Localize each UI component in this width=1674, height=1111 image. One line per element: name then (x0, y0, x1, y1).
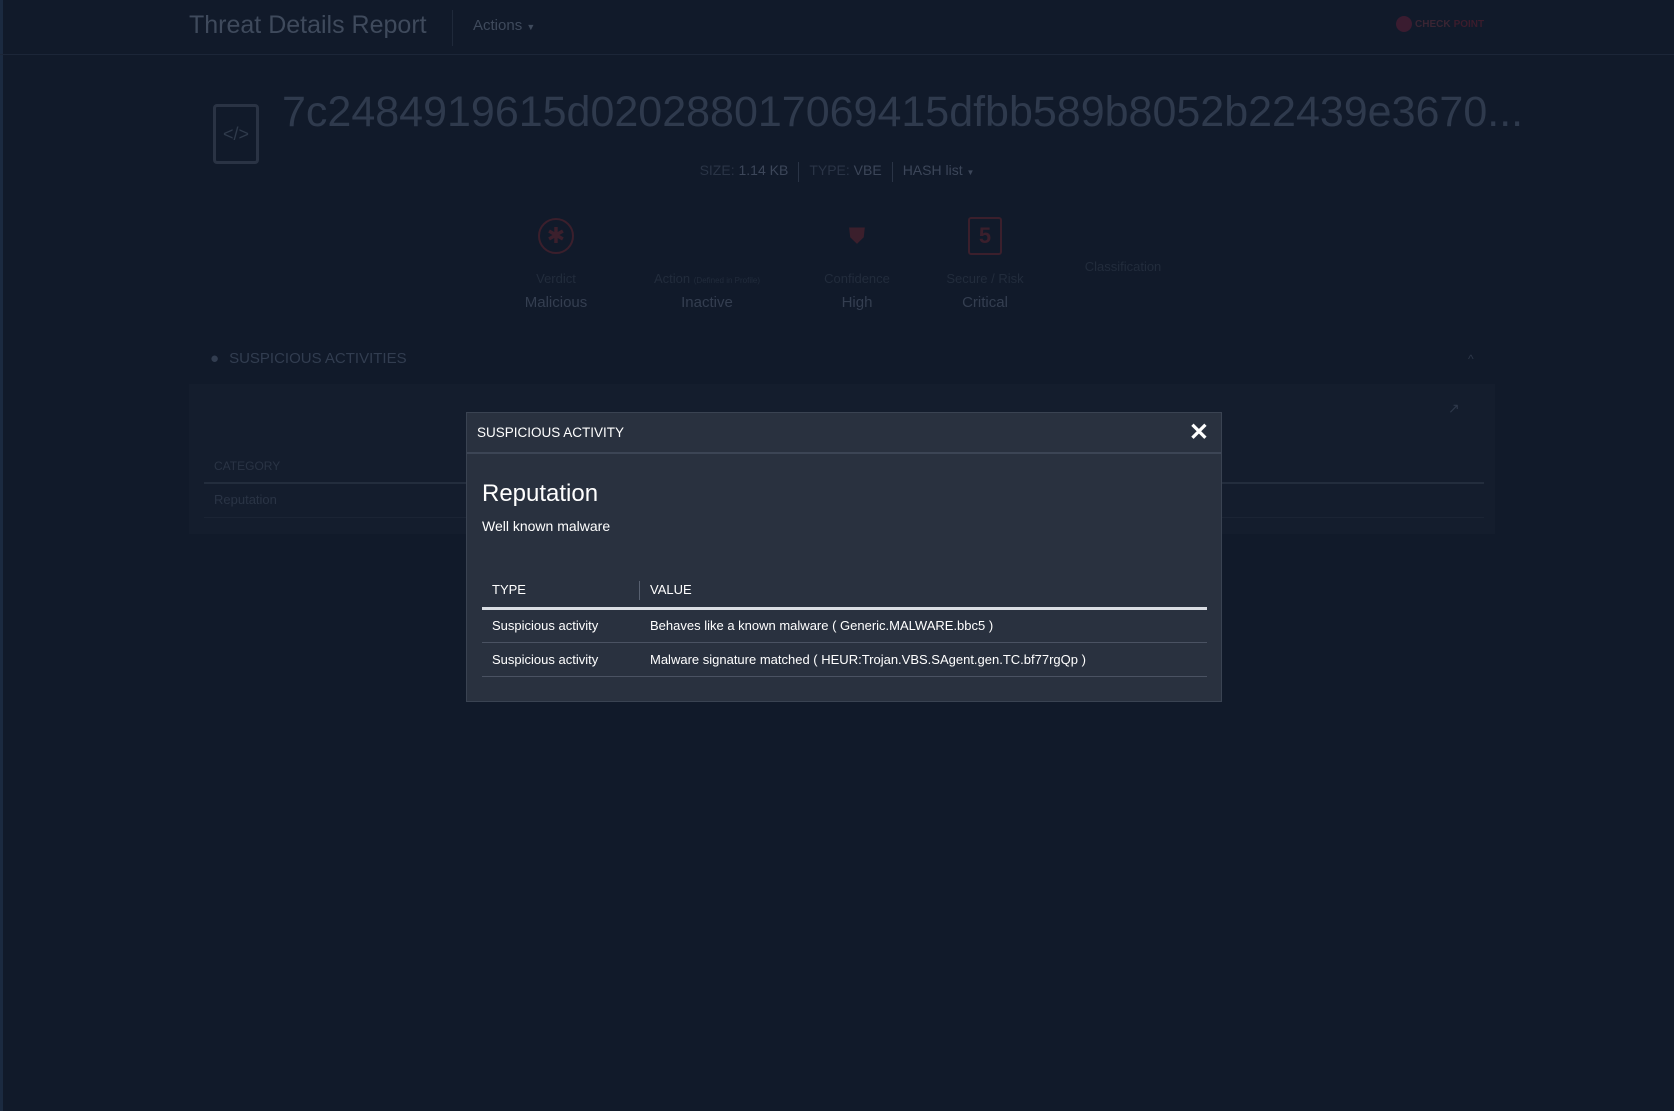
stat-label: Action (Defined in Profile) (632, 271, 782, 286)
type-value: VBE (853, 162, 882, 178)
section-title: SUSPICIOUS ACTIVITIES (229, 350, 407, 367)
stat-label: Verdict (536, 271, 576, 286)
modal-title: SUSPICIOUS ACTIVITY (477, 425, 625, 440)
checkpoint-logo: CHECK POINT (1396, 16, 1484, 32)
size-label: SIZE: (699, 162, 735, 178)
file-hash: 7c2484919615d020288017069415dfbb589b8052… (282, 88, 1524, 136)
suspicious-activities-header[interactable]: ● SUSPICIOUS ACTIVITIES (210, 350, 407, 367)
logo-icon (1396, 16, 1412, 32)
table-row: Suspicious activity Malware signature mat… (482, 642, 1207, 677)
divider (798, 162, 800, 182)
actions-dropdown[interactable]: Actions ▼ (473, 17, 535, 34)
hash-list-label: HASH list (902, 162, 963, 178)
stat-verdict: ✱ Verdict Malicious (481, 215, 631, 311)
stat-risk: 5 Secure / Risk Critical (910, 215, 1060, 311)
column-header-type: TYPE (482, 573, 640, 610)
caret-down-icon: ▼ (526, 22, 536, 32)
close-icon[interactable]: ✕ (1189, 420, 1209, 445)
cell-value: Behaves like a known malware ( Generic.M… (640, 608, 1207, 643)
hash-list-dropdown[interactable]: HASH list ▼ (903, 162, 975, 182)
share-icon[interactable]: ↗ (1448, 400, 1460, 417)
activity-table: TYPE VALUE Suspicious activity Behaves lik… (482, 573, 1207, 677)
logo-text: CHECK (1415, 18, 1451, 30)
cell-value: Malware signature matched ( HEUR:Trojan.… (640, 642, 1207, 677)
divider (891, 162, 893, 182)
type-label: TYPE: (809, 162, 850, 178)
logo-text-2: POINT (1453, 18, 1485, 30)
stat-value: Critical (962, 294, 1008, 311)
cell-type: Suspicious activity (482, 608, 640, 643)
chevron-up-icon[interactable]: ^ (1468, 352, 1474, 366)
size-value: 1.14 KB (738, 162, 789, 178)
column-header-category: CATEGORY (214, 459, 281, 473)
cell-type: Suspicious activity (482, 642, 640, 677)
bug-icon: ✱ (538, 218, 574, 254)
stat-action: Action (Defined in Profile) Inactive (632, 215, 782, 311)
actions-label: Actions (473, 17, 523, 34)
divider (452, 10, 453, 46)
stat-note: (Defined in Profile) (693, 276, 760, 285)
stat-value: Malicious (524, 294, 588, 311)
suspicious-activity-modal: SUSPICIOUS ACTIVITY ✕ Reputation Well kno… (466, 412, 1222, 702)
modal-heading: Reputation (482, 480, 599, 507)
caret-down-icon: ▼ (966, 168, 975, 177)
page-title: Threat Details Report (189, 11, 427, 39)
table-row[interactable]: Reputation (214, 492, 277, 507)
modal-subtitle: Well known malware (482, 518, 611, 534)
stat-label: Classification (1084, 259, 1162, 274)
modal-header: SUSPICIOUS ACTIVITY ✕ (467, 413, 1221, 454)
stat-label-text: Action (653, 271, 691, 286)
table-row: Suspicious activity Behaves like a known … (482, 608, 1207, 643)
column-header-value: VALUE (640, 573, 1207, 610)
code-file-icon: </> (213, 104, 259, 164)
stat-classification: Classification (1048, 245, 1198, 274)
stat-label: Secure / Risk (946, 271, 1024, 286)
risk-score-icon: 5 (968, 217, 1002, 255)
spy-icon: ● (210, 350, 220, 367)
stat-value: Inactive (681, 294, 733, 311)
file-meta: SIZE: 1.14 KB TYPE: VBE HASH list ▼ (0, 162, 1674, 182)
